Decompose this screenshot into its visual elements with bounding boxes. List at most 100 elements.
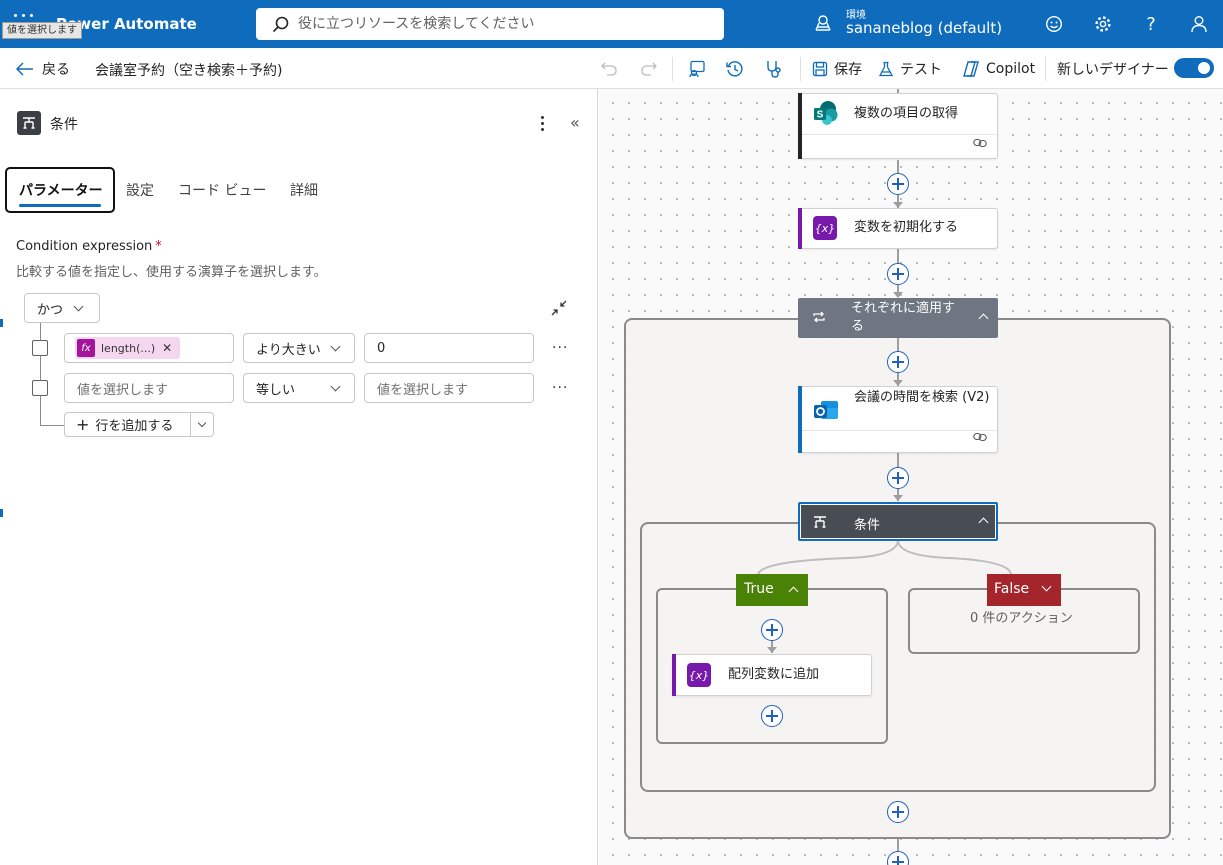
save-label: 保存	[834, 62, 862, 78]
add-row-button[interactable]: + 行を追加する	[64, 412, 214, 437]
collapse-arrows-icon[interactable]	[550, 299, 568, 321]
collapse-panel-icon[interactable]: «	[570, 113, 580, 132]
connector-arrow	[893, 495, 903, 501]
separator	[800, 57, 801, 81]
condition-header[interactable]: 条件	[798, 502, 998, 541]
left-operand-field[interactable]: 値を選択します	[64, 373, 234, 403]
variable-icon: {x}	[813, 216, 837, 240]
variable-icon: {x}	[687, 663, 711, 687]
step-card-get-items[interactable]: S 複数の項目の取得	[798, 93, 998, 159]
link-icon	[973, 137, 987, 152]
true-branch-tag[interactable]: True	[736, 574, 808, 606]
settings-gear-icon[interactable]	[1092, 13, 1114, 35]
more-options-icon[interactable]	[534, 113, 550, 133]
copilot-label: Copilot	[986, 61, 1036, 77]
add-row-label: 行を追加する	[95, 419, 174, 434]
top-bar: Power Automate 値を選択します 環境 sananeblog (de…	[0, 0, 1223, 48]
tooltip: 値を選択します	[2, 22, 82, 39]
row-checkbox[interactable]	[32, 340, 48, 356]
environment-icon[interactable]	[814, 14, 832, 36]
tab-parameters[interactable]: パラメーター	[5, 167, 115, 213]
step-card-append-array[interactable]: {x} 配列変数に追加	[672, 654, 872, 696]
history-icon[interactable]	[724, 58, 746, 80]
add-step-plus-icon[interactable]	[887, 467, 909, 489]
search-input[interactable]	[298, 14, 708, 34]
plus-icon: +	[76, 414, 90, 434]
panel-title[interactable]: 条件	[50, 114, 78, 134]
add-step-plus-icon[interactable]	[887, 173, 909, 195]
search-box[interactable]	[256, 8, 724, 40]
expression-token[interactable]: fx length(...) ✕	[75, 337, 181, 359]
add-step-plus-icon[interactable]	[761, 705, 783, 727]
flask-icon	[878, 61, 894, 77]
help-icon[interactable]: ?	[1140, 13, 1162, 35]
new-designer-label: 新しいデザイナー	[1057, 62, 1169, 78]
environment-name[interactable]: sananeblog (default)	[846, 19, 1002, 37]
sharepoint-icon: S	[813, 100, 839, 126]
add-step-plus-icon[interactable]	[761, 619, 783, 641]
edge-marker	[0, 319, 3, 327]
add-step-plus-icon[interactable]	[887, 801, 909, 823]
account-icon[interactable]	[1188, 13, 1210, 35]
add-step-plus-icon[interactable]	[887, 851, 909, 865]
false-branch-tag[interactable]: False	[987, 574, 1061, 606]
step-card-find-meeting-times[interactable]: 会議の時間を検索 (V2)	[798, 386, 998, 453]
separator	[190, 413, 191, 436]
step-card-init-variable[interactable]: {x} 変数を初期化する	[798, 208, 998, 249]
separator	[672, 57, 673, 81]
step-title: 会議の時間を検索 (V2)	[854, 390, 990, 405]
feedback-smiley-icon[interactable]	[1043, 13, 1065, 35]
test-button[interactable]: テスト	[878, 58, 942, 80]
chevron-down-icon	[73, 301, 84, 312]
add-step-plus-icon[interactable]	[887, 351, 909, 373]
function-icon: fx	[77, 339, 95, 357]
right-operand-field[interactable]: 値を選択します	[364, 373, 534, 403]
flow-canvas[interactable]: S 複数の項目の取得 {x} 変数を初期化する それぞれに適用する 会議の時間を…	[599, 89, 1223, 865]
step-title: 配列変数に追加	[728, 667, 820, 682]
group-operator-value: かつ	[37, 302, 64, 318]
copilot-button[interactable]: Copilot	[962, 58, 1035, 80]
health-icon[interactable]	[763, 58, 785, 80]
row-more-icon[interactable]: ···	[552, 380, 568, 396]
tab-settings[interactable]: 設定	[126, 167, 154, 213]
command-bar: 戻る 会議室予約（空き検索＋予約) 保存 テスト Copilot 新しいデザイナ…	[0, 48, 1223, 89]
chevron-up-icon[interactable]	[978, 313, 989, 324]
new-designer-toggle[interactable]	[1174, 58, 1214, 78]
redo-icon[interactable]	[638, 58, 660, 80]
chevron-down-icon	[330, 341, 341, 352]
undo-icon[interactable]	[598, 58, 620, 80]
flow-checker-icon[interactable]	[686, 58, 708, 80]
chevron-up-icon[interactable]	[978, 517, 989, 528]
tab-details[interactable]: 詳細	[290, 167, 318, 213]
back-button[interactable]: 戻る	[16, 59, 70, 79]
separator	[1045, 57, 1046, 81]
svg-text:S: S	[817, 110, 824, 121]
right-operand-field[interactable]: 0	[364, 333, 534, 363]
tree-line	[40, 323, 41, 425]
remove-token-icon[interactable]: ✕	[162, 341, 172, 355]
left-operand-field[interactable]: fx length(...) ✕	[64, 333, 234, 363]
save-button[interactable]: 保存	[812, 58, 862, 80]
condition-label: Condition expression *	[16, 239, 162, 254]
chevron-down-icon[interactable]	[197, 418, 207, 428]
group-operator-dropdown[interactable]: かつ	[24, 293, 100, 323]
step-title: 変数を初期化する	[854, 220, 959, 235]
add-step-plus-icon[interactable]	[887, 263, 909, 285]
tab-code-view[interactable]: コード ビュー	[178, 167, 266, 213]
false-label: False	[994, 581, 1030, 597]
back-label: 戻る	[42, 62, 70, 78]
chevron-down-icon	[1041, 581, 1052, 592]
apply-each-header[interactable]: それぞれに適用する	[798, 298, 998, 338]
true-label: True	[744, 581, 774, 597]
operator-dropdown[interactable]: 等しい	[243, 373, 355, 403]
row-checkbox[interactable]	[32, 380, 48, 396]
action-panel: 条件 « パラメーター 設定 コード ビュー 詳細 Condition expr…	[0, 89, 598, 865]
right-operand-placeholder: 値を選択します	[377, 382, 469, 398]
condition-icon	[17, 111, 41, 135]
connector-arrow	[767, 647, 777, 653]
step-title: 条件	[854, 518, 881, 533]
false-branch-empty: 0 件のアクション	[970, 611, 1073, 626]
operator-dropdown[interactable]: より大きい	[243, 333, 355, 363]
branch-connector-curves	[757, 540, 1012, 575]
row-more-icon[interactable]: ···	[552, 340, 568, 356]
